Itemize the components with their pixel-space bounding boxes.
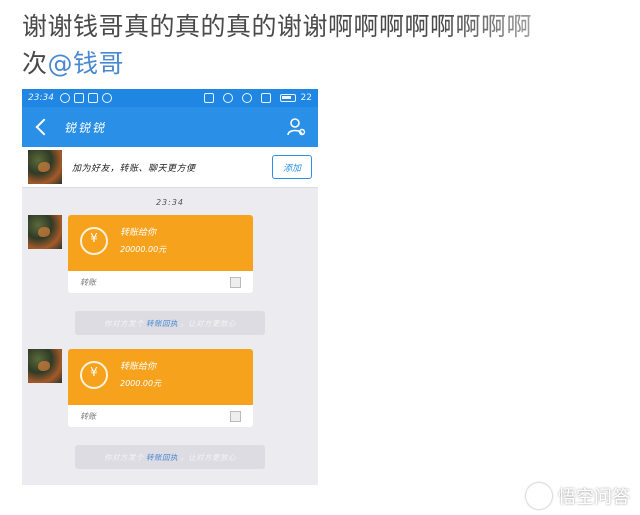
wifi-icon <box>241 93 252 103</box>
transfer-icon <box>80 361 108 389</box>
notice-text-before: 你对方发个 <box>104 452 144 462</box>
post-text: 谢谢钱哥真的真的真的谢谢啊啊啊啊啊啊啊啊 次@钱哥 <box>22 8 622 82</box>
chat-screenshot: 23:34 22 锐锐锐 加为好友，转账、聊天更方便 添加 23:34 ¥ 转账… <box>22 89 318 485</box>
mention-link[interactable]: @钱哥 <box>48 49 125 78</box>
message-row: 转账给你 20000.00元 转账 <box>22 215 318 295</box>
system-notice: 你对方发个 转账回执 ，让对方更放心 <box>75 445 265 469</box>
notice-text-after: ，让对方更放心 <box>180 318 236 328</box>
battery-icon <box>279 94 296 102</box>
transfer-icon <box>80 227 108 255</box>
chat-title: 锐锐锐 <box>64 120 107 135</box>
transfer-card[interactable]: 转账给你 20000.00元 转账 <box>68 215 253 293</box>
transfer-card[interactable]: 转账给你 2000.00元 转账 <box>68 349 253 427</box>
add-friend-button[interactable]: 添加 <box>272 155 312 179</box>
transfer-card-header: 转账给你 20000.00元 <box>68 215 253 271</box>
transfer-card-footer: 转账 <box>68 271 253 293</box>
post-text-line-2: 次@钱哥 <box>22 45 622 82</box>
watermark: 悟空问答 <box>526 483 630 509</box>
status-bar: 23:34 22 <box>22 89 318 107</box>
mute-icon <box>203 93 214 103</box>
status-time: 23:34 <box>28 93 54 103</box>
signal-icon <box>260 93 271 103</box>
chevron-left-icon[interactable] <box>35 118 53 136</box>
avatar[interactable] <box>28 215 62 249</box>
transfer-amount: 2000.00元 <box>120 379 162 388</box>
receipt-link[interactable]: 转账回执 <box>146 452 178 463</box>
battery-level: 22 <box>300 93 312 103</box>
chat-timestamp: 23:34 <box>155 198 185 207</box>
transfer-footer-label: 转账 <box>80 411 96 421</box>
post-text-prefix: 次 <box>22 49 48 78</box>
browser-icon <box>101 93 112 103</box>
app-logo-icon <box>230 410 241 422</box>
avatar[interactable] <box>28 150 62 184</box>
notice-text-before: 你对方发个 <box>104 318 144 328</box>
alarm-icon <box>222 93 233 103</box>
wukong-logo-icon <box>526 483 552 509</box>
system-notice: 你对方发个 转账回执 ，让对方更放心 <box>75 311 265 335</box>
person-settings-icon[interactable] <box>286 117 306 137</box>
add-friend-bar: 加为好友，转账、聊天更方便 添加 <box>22 147 318 188</box>
transfer-footer-label: 转账 <box>80 277 96 287</box>
transfer-title: 转账给你 <box>120 362 157 372</box>
notice-text-after: ，让对方更放心 <box>180 452 236 462</box>
message-row: 转账给你 2000.00元 转账 <box>22 349 318 429</box>
shield-icon <box>59 93 70 103</box>
transfer-card-footer: 转账 <box>68 405 253 427</box>
post-text-line-1: 谢谢钱哥真的真的真的谢谢啊啊啊啊啊啊啊啊 <box>22 12 533 41</box>
receipt-link[interactable]: 转账回执 <box>146 318 178 329</box>
add-friend-hint: 加为好友，转账、聊天更方便 <box>72 163 196 174</box>
image-icon <box>87 93 98 103</box>
chat-titlebar: 锐锐锐 <box>22 107 318 147</box>
watermark-text: 悟空问答 <box>558 487 630 508</box>
transfer-title: 转账给你 <box>120 228 157 238</box>
app-logo-icon <box>230 276 241 288</box>
avatar[interactable] <box>28 349 62 383</box>
transfer-amount: 20000.00元 <box>120 245 167 254</box>
transfer-card-header: 转账给你 2000.00元 <box>68 349 253 405</box>
app-icon <box>73 93 84 103</box>
